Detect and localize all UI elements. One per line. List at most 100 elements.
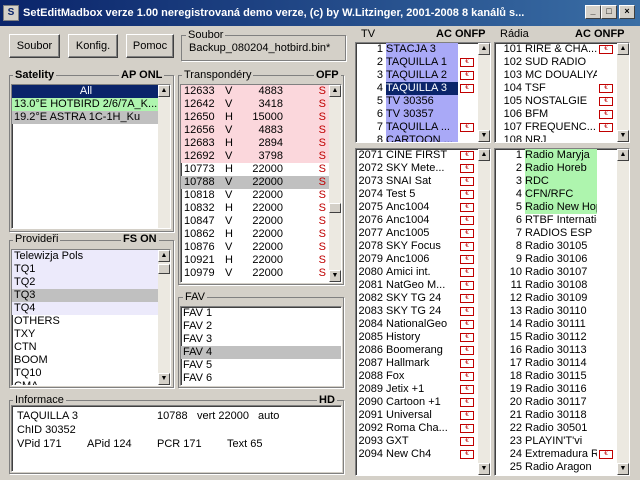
radio-channel-row[interactable]: 20 Radio 30117	[495, 396, 617, 409]
provider-item[interactable]: TQ1	[12, 263, 158, 276]
transponder-row[interactable]: 10979 V 22000 S	[181, 267, 329, 280]
scroll-down-icon[interactable]: ▼	[478, 463, 490, 475]
scroll-thumb[interactable]	[329, 203, 341, 213]
radio-favorites-list[interactable]: 101 RIRE & CHA... €102 SUD RADIO 103 MC DOUAL…	[494, 42, 630, 143]
satellite-item[interactable]: 19.2°E ASTRA 1C-1H_Ku	[12, 111, 158, 124]
tv-channel-row[interactable]: 2081 NatGeo M... €	[356, 279, 478, 292]
scroll-up-icon[interactable]: ▲	[478, 149, 490, 161]
fav-item[interactable]: FAV 3	[181, 333, 341, 346]
tv-channel-row[interactable]: 8 CARTOON ...	[356, 134, 478, 142]
scroll-up-icon[interactable]: ▲	[617, 43, 629, 55]
fav-item[interactable]: FAV 4	[181, 346, 341, 359]
provider-item[interactable]: TQ2	[12, 276, 158, 289]
tv-channel-row[interactable]: 2079 Anc1006 €	[356, 253, 478, 266]
transponders-list[interactable]: 12633 V 4883 S 12642 V 3418 S 12650 H 15000 S 12656 V…	[180, 84, 342, 283]
radio-channel-row[interactable]: 101 RIRE & CHA... €	[495, 43, 617, 56]
transponder-row[interactable]: 10832 H 22000 S	[181, 202, 329, 215]
radio-channel-row[interactable]: 15 Radio 30112	[495, 331, 617, 344]
tv-channel-row[interactable]: 2 TAQUILLA 1 €	[356, 56, 478, 69]
tv-channel-row[interactable]: 1 STACJA 3	[356, 43, 478, 56]
radio-channel-row[interactable]: 6RTBF International	[495, 214, 617, 227]
radio-channel-list[interactable]: 1 Radio Maryja 2 Radio Horeb 3 RDC 4 CFN/RFC 5 Ra…	[494, 148, 630, 476]
tv-favorites-list[interactable]: 1 STACJA 3 2 TAQUILLA 1 €3 TAQUILLA 2 €4 TAQUIL…	[355, 42, 491, 143]
provider-item[interactable]: Telewizja Pols	[12, 250, 158, 263]
transponder-row[interactable]: 10862 H 22000 S	[181, 228, 329, 241]
tv-channel-row[interactable]: 2088 Fox €	[356, 370, 478, 383]
pomoc-button[interactable]: Pomoc	[126, 34, 174, 58]
radio-channel-row[interactable]: 105 NOSTALGIE €	[495, 95, 617, 108]
scroll-thumb[interactable]	[158, 264, 170, 274]
transponder-row[interactable]: 10818 V 22000 S	[181, 189, 329, 202]
radio-channel-row[interactable]: 3 RDC	[495, 175, 617, 188]
radio-channel-row[interactable]: 4 CFN/RFC	[495, 188, 617, 201]
tv-channel-row[interactable]: 2073 SNAI Sat €	[356, 175, 478, 188]
radio-channel-row[interactable]: 9 Radio 30106	[495, 253, 617, 266]
transponder-row[interactable]: 10876 V 22000 S	[181, 241, 329, 254]
scroll-up-icon[interactable]: ▲	[158, 250, 170, 262]
satellite-item[interactable]: 13.0°E HOTBIRD 2/6/7A_K...	[12, 98, 158, 111]
radio-channel-row[interactable]: 17 Radio 30114	[495, 357, 617, 370]
transponder-row[interactable]: 12642 V 3418 S	[181, 98, 329, 111]
transponder-row[interactable]: 12692 V 3798 S	[181, 150, 329, 163]
radio-channel-row[interactable]: 103 MC DOUALIYA	[495, 69, 617, 82]
transponder-row[interactable]: 12650 H 15000 S	[181, 111, 329, 124]
fav-item[interactable]: FAV 1	[181, 307, 341, 320]
scroll-down-icon[interactable]: ▼	[617, 130, 629, 142]
tv-channel-row[interactable]: 2093 GXT €	[356, 435, 478, 448]
scroll-up-icon[interactable]: ▲	[158, 85, 170, 97]
radio-channel-row[interactable]: 108 NRJ	[495, 134, 617, 142]
radio-channel-row[interactable]: 10 Radio 30107	[495, 266, 617, 279]
radio-channel-row[interactable]: 18 Radio 30115	[495, 370, 617, 383]
minimize-button[interactable]: _	[585, 5, 601, 19]
radio-channel-row[interactable]: 12 Radio 30109	[495, 292, 617, 305]
tv-channel-row[interactable]: 2077 Anc1005 €	[356, 227, 478, 240]
scroll-down-icon[interactable]: ▼	[478, 130, 490, 142]
provider-item[interactable]: TQ10	[12, 367, 158, 380]
tv-channel-row[interactable]: 2078 SKY Focus €	[356, 240, 478, 253]
tv-channel-row[interactable]: 6 TV 30357	[356, 108, 478, 121]
tv-channel-row[interactable]: 2092 Roma Cha... €	[356, 422, 478, 435]
radio-channel-row[interactable]: 8 Radio 30105	[495, 240, 617, 253]
radio-channel-row[interactable]: 102 SUD RADIO	[495, 56, 617, 69]
radio-channel-row[interactable]: 25 Radio Aragon	[495, 461, 617, 474]
fav-list[interactable]: FAV 1 FAV 2 FAV 3 FAV 4 FAV 5 FAV 6	[180, 306, 342, 386]
radio-channel-row[interactable]: 16 Radio 30113	[495, 344, 617, 357]
transponder-row[interactable]: 10773 H 22000 S	[181, 163, 329, 176]
providers-list[interactable]: Telewizja Pols TQ1 TQ2 TQ3 TQ4 OTHERS TXY CTN BO…	[11, 249, 171, 386]
title-bar[interactable]: S SetEditMadbox verze 1.00 neregistrovan…	[0, 0, 640, 26]
tv-channel-row[interactable]: 2091 Universal €	[356, 409, 478, 422]
transponder-row[interactable]: 12633 V 4883 S	[181, 85, 329, 98]
tv-channel-row[interactable]: 5 TV 30356	[356, 95, 478, 108]
tv-top-scrollbar[interactable]: ▲ ▼	[478, 43, 490, 142]
tv-channel-row[interactable]: 2094 New Ch4 €	[356, 448, 478, 461]
tv-channel-row[interactable]: 2075 Anc1004 €	[356, 201, 478, 214]
tv-channel-row[interactable]: 2074 Test 5 €	[356, 188, 478, 201]
tv-channel-row[interactable]: 2076 Anc1004 €	[356, 214, 478, 227]
tv-channel-row[interactable]: 4 TAQUILLA 3 €	[356, 82, 478, 95]
satellite-item[interactable]: All	[12, 85, 158, 98]
provider-item[interactable]: CTN	[12, 341, 158, 354]
tv-channel-row[interactable]: 2082 SKY TG 24 €	[356, 292, 478, 305]
radio-channel-row[interactable]: 5Radio New Hope	[495, 201, 617, 214]
provider-item[interactable]: CMA	[12, 380, 158, 385]
tv-channel-row[interactable]: 2071 CINE FIRST €	[356, 149, 478, 162]
scroll-down-icon[interactable]: ▼	[158, 373, 170, 385]
scroll-down-icon[interactable]: ▼	[617, 463, 629, 475]
radio-channel-row[interactable]: 19 Radio 30116	[495, 383, 617, 396]
transponder-row[interactable]: 12656 V 4883 S	[181, 124, 329, 137]
scroll-up-icon[interactable]: ▲	[478, 43, 490, 55]
tv-channel-row[interactable]: 2090 Cartoon +1 €	[356, 396, 478, 409]
konfig-button[interactable]: Konfig.	[68, 34, 118, 58]
tv-channel-row[interactable]: 2072 SKY Mete... €	[356, 162, 478, 175]
satellites-list[interactable]: All 13.0°E HOTBIRD 2/6/7A_K... 19.2°E ASTR…	[11, 84, 171, 229]
radio-channel-row[interactable]: 104 TSF €	[495, 82, 617, 95]
fav-item[interactable]: FAV 5	[181, 359, 341, 372]
radio-channel-row[interactable]: 23 PLAYIN'T'vi	[495, 435, 617, 448]
radio-channel-row[interactable]: 106 BFM €	[495, 108, 617, 121]
provider-item[interactable]: TQ4	[12, 302, 158, 315]
tv-channel-row[interactable]: 2086 Boomerang €	[356, 344, 478, 357]
tv-channel-row[interactable]: 2087 Hallmark €	[356, 357, 478, 370]
tv-channel-row[interactable]: 3 TAQUILLA 2 €	[356, 69, 478, 82]
tv-channel-row[interactable]: 2089 Jetix +1 €	[356, 383, 478, 396]
tv-channel-row[interactable]: 7 TAQUILLA ... €	[356, 121, 478, 134]
